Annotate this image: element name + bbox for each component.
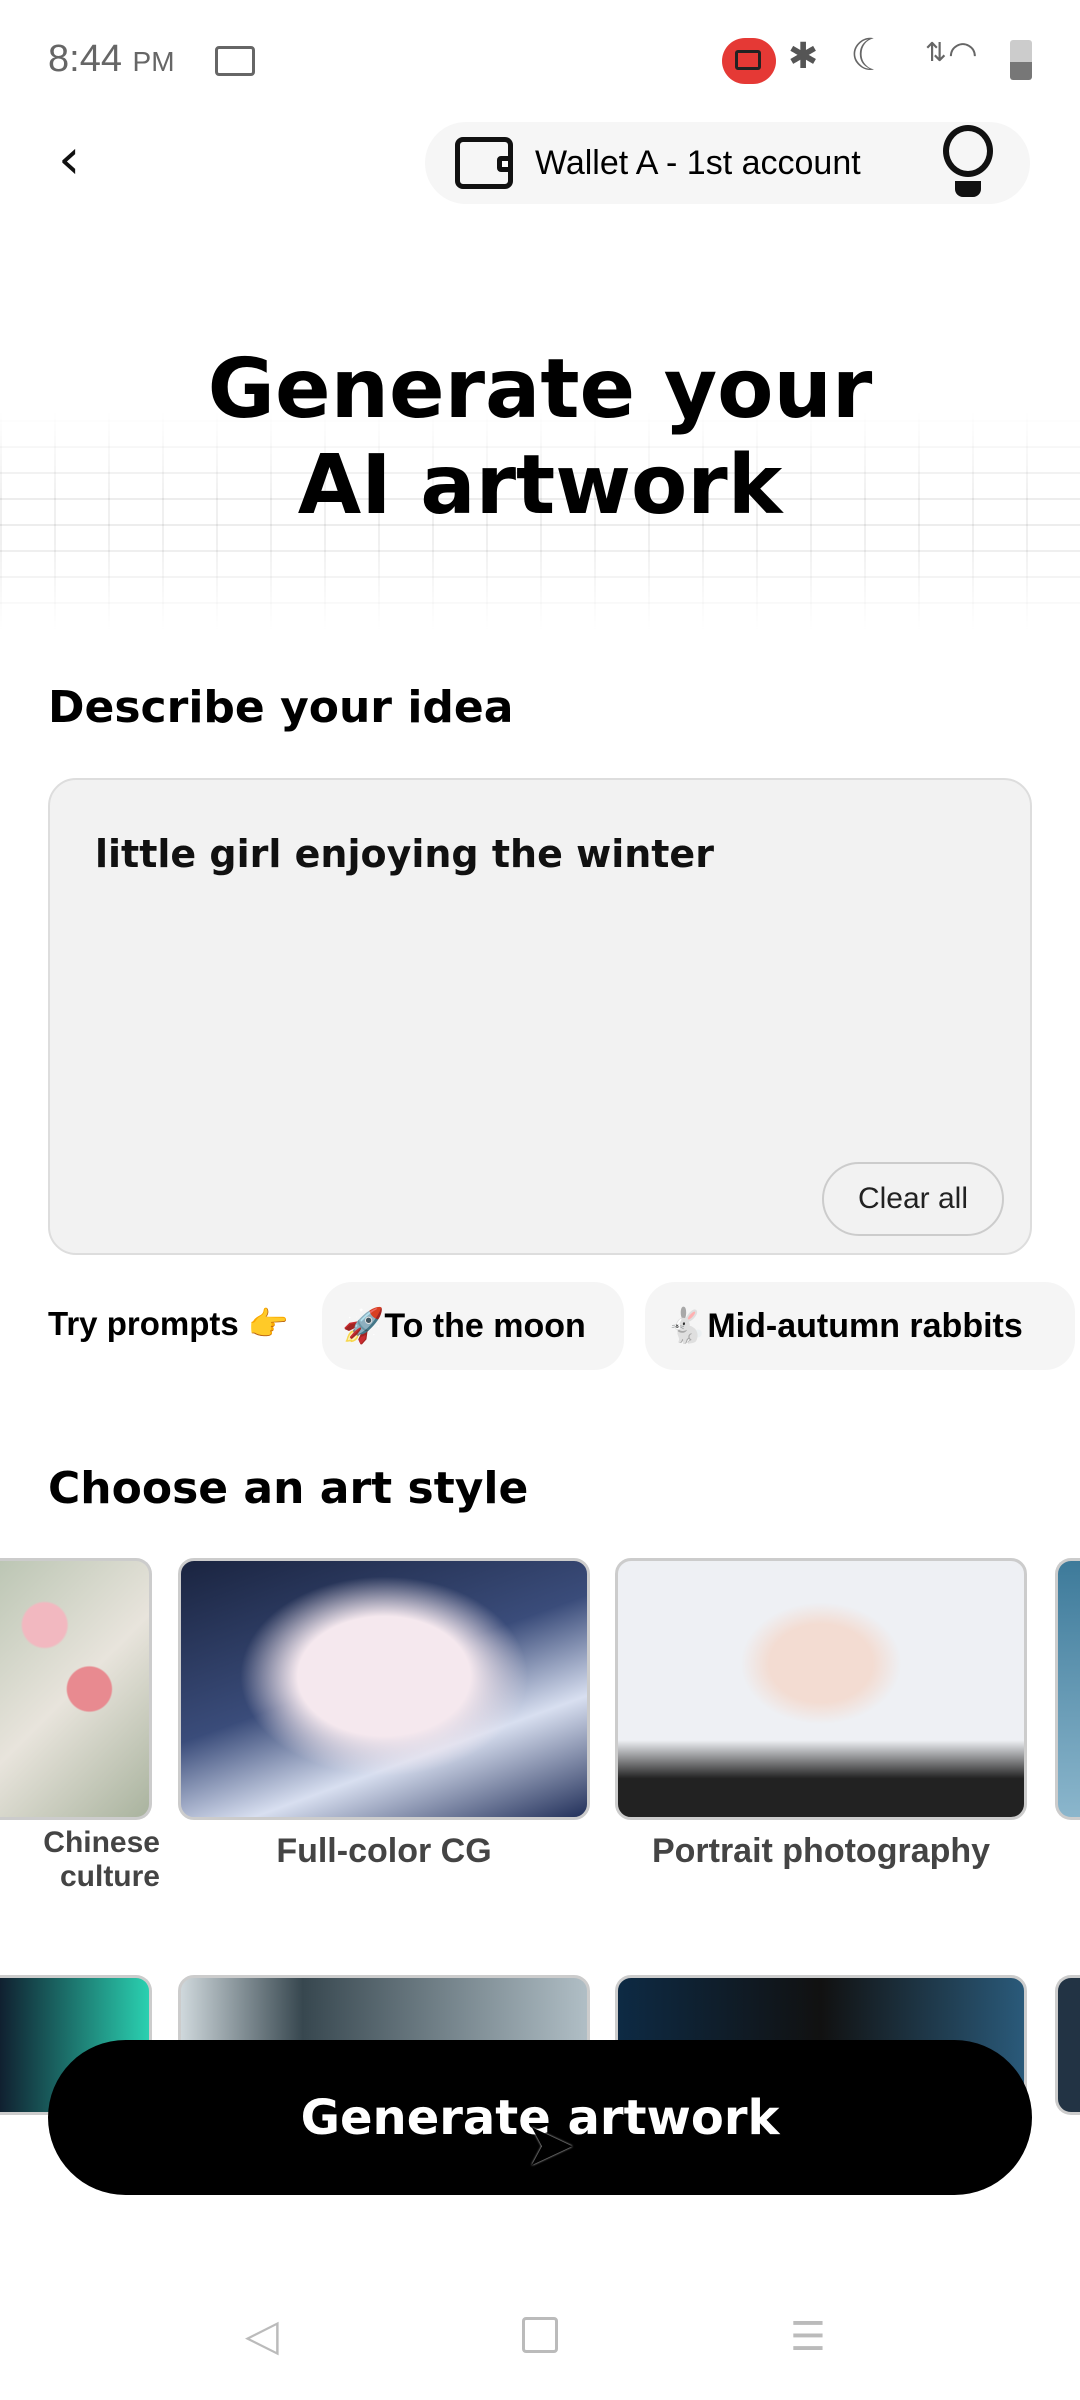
prompt-input[interactable]: little girl enjoying the winter Clear al… <box>48 778 1032 1255</box>
bluetooth-icon: ✱ <box>788 36 819 77</box>
page-title: Generate your AI artwork <box>207 342 873 533</box>
style-card[interactable] <box>1055 1558 1080 1820</box>
style-card-full-color-cg[interactable] <box>178 1558 590 1820</box>
try-prompts-label: Try prompts 👉 <box>48 1305 289 1342</box>
lightbulb-icon[interactable] <box>940 125 996 205</box>
dnd-moon-icon: ☾ <box>850 30 890 81</box>
prompt-chip[interactable]: 🚀To the moon <box>322 1282 624 1370</box>
screen-record-icon <box>215 46 255 76</box>
wifi-icon: ◠ <box>948 34 978 74</box>
nav-back-button[interactable]: ◁ <box>245 2310 279 2361</box>
status-time: 8:44 PM <box>48 38 175 80</box>
prompt-text: little girl enjoying the winter <box>95 832 714 876</box>
style-card-chinese-culture[interactable] <box>0 1558 152 1820</box>
style-label: Full-color CG <box>276 1832 492 1870</box>
wallet-icon <box>455 137 513 189</box>
style-card[interactable] <box>1055 1975 1080 2115</box>
nav-home-button[interactable] <box>522 2317 558 2353</box>
recording-icon <box>722 38 776 84</box>
art-style-heading: Choose an art style <box>48 1463 529 1514</box>
battery-icon <box>1010 40 1032 80</box>
mouse-cursor-icon: ➤ <box>525 2110 576 2180</box>
wallet-label: Wallet A - 1st account <box>535 143 861 182</box>
style-card-portrait-photography[interactable] <box>615 1558 1027 1820</box>
clear-all-button[interactable]: Clear all <box>822 1162 1004 1236</box>
style-label: Portrait photography <box>651 1832 991 1870</box>
data-icon: ⇅ <box>925 38 947 68</box>
nav-menu-button[interactable]: ☰ <box>790 2314 826 2360</box>
back-button[interactable]: ‹ <box>58 132 108 191</box>
style-label: Chinese culture <box>43 1826 160 1893</box>
describe-heading: Describe your idea <box>48 682 514 733</box>
prompt-chip[interactable]: 🐇Mid-autumn rabbits <box>645 1282 1075 1370</box>
